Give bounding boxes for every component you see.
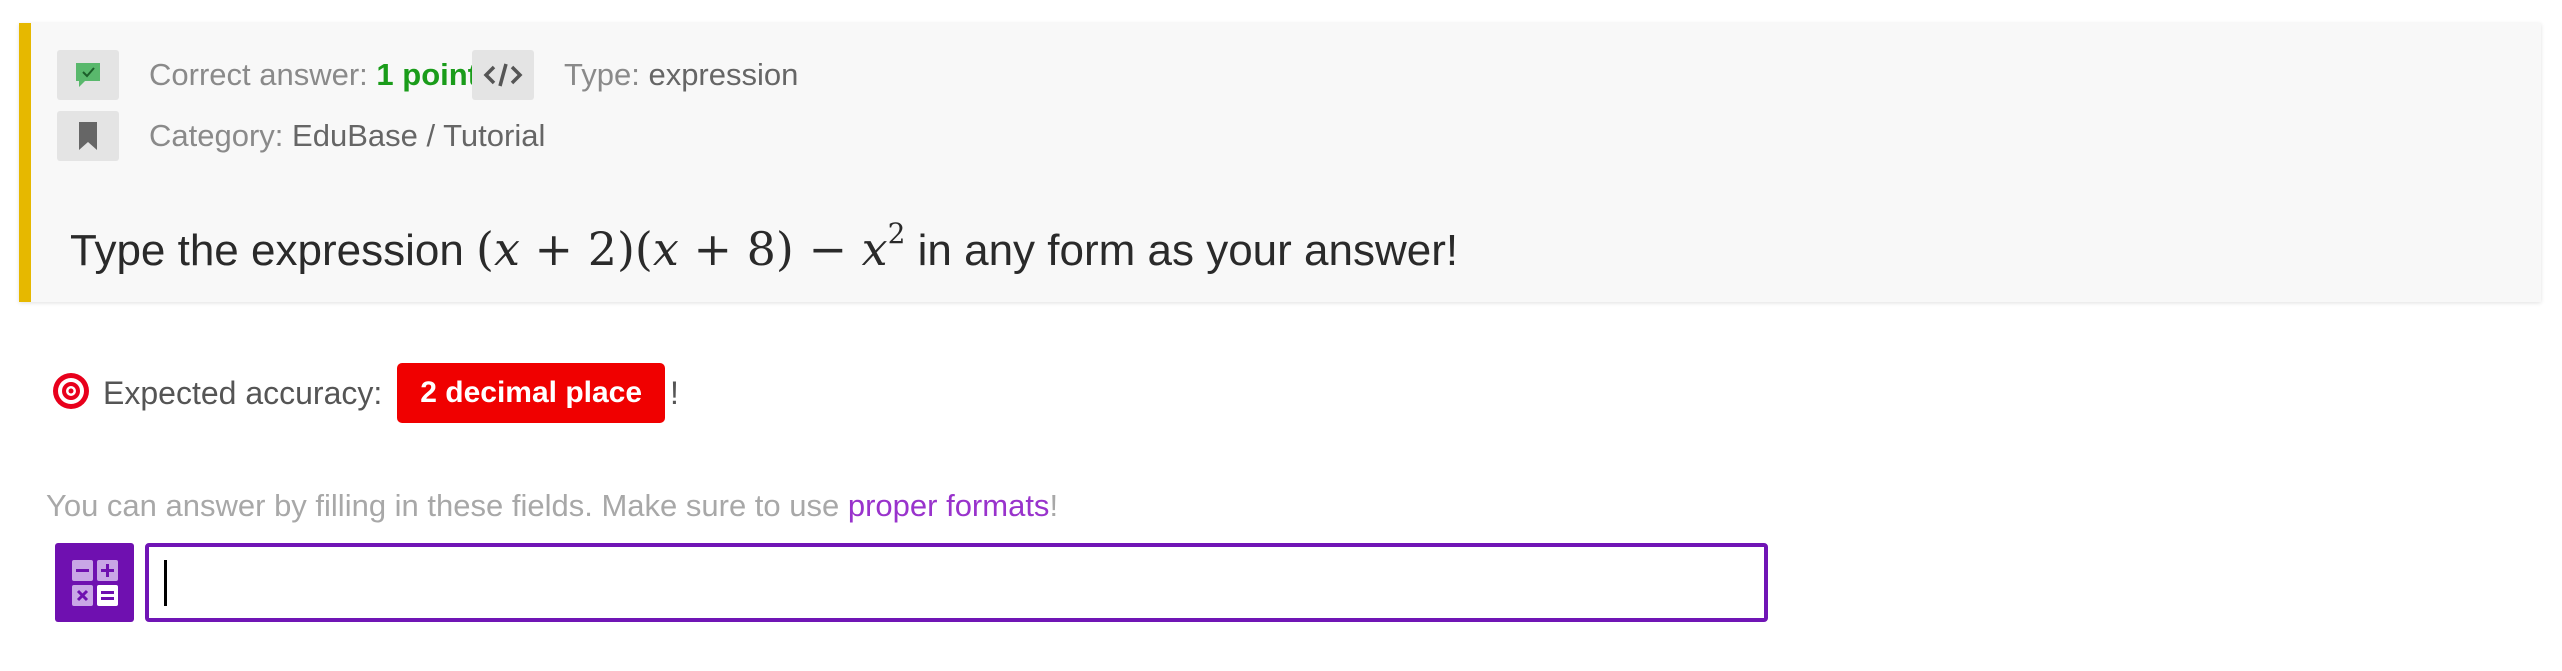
bookmark-icon — [57, 111, 119, 161]
question-text: Type the expression (x + 2)(x + 8) − x2 … — [70, 219, 1458, 281]
type-value: expression — [648, 57, 799, 92]
math-var: x — [493, 222, 520, 276]
question-text-before: Type the expression — [70, 226, 477, 275]
proper-formats-link[interactable]: proper formats — [848, 488, 1050, 523]
code-icon — [472, 50, 534, 100]
text-caret — [164, 560, 167, 606]
comment-check-icon — [57, 50, 119, 100]
calculator-icon — [71, 559, 118, 606]
question-card: Correct answer: 1 point Type: expression… — [19, 23, 2541, 302]
accuracy-suffix: ! — [670, 374, 679, 411]
correct-answer-label: Correct answer: — [149, 57, 368, 92]
calculator-button[interactable] — [55, 543, 134, 622]
target-icon — [51, 371, 91, 416]
hint-text: You can answer by filling in these field… — [46, 488, 848, 523]
category-value: EduBase / Tutorial — [292, 118, 546, 153]
math-op: + 8) − — [678, 222, 862, 276]
math-paren: ( — [476, 222, 494, 276]
category-meta: Category: EduBase / Tutorial — [149, 116, 545, 156]
answer-hint: You can answer by filling in these field… — [46, 486, 1058, 526]
answer-input[interactable] — [145, 543, 1768, 622]
accuracy-label: Expected accuracy: — [103, 374, 383, 411]
math-expression: (x + 2)(x + 8) − x2 — [476, 220, 905, 277]
type-meta: Type: expression — [564, 55, 798, 95]
correct-answer-meta: Correct answer: 1 point — [149, 55, 478, 95]
expected-accuracy: Expected accuracy: 2 decimal place ! — [51, 362, 679, 424]
category-label: Category: — [149, 118, 284, 153]
math-var: x — [652, 222, 679, 276]
math-op: + 2)( — [519, 222, 653, 276]
correct-answer-points: 1 point — [376, 57, 479, 92]
type-label: Type: — [564, 57, 640, 92]
math-var: x — [861, 222, 888, 276]
question-text-after: in any form as your answer! — [905, 226, 1459, 275]
math-exponent: 2 — [887, 217, 906, 250]
accuracy-badge: 2 decimal place — [397, 363, 666, 423]
hint-suffix: ! — [1049, 488, 1059, 523]
